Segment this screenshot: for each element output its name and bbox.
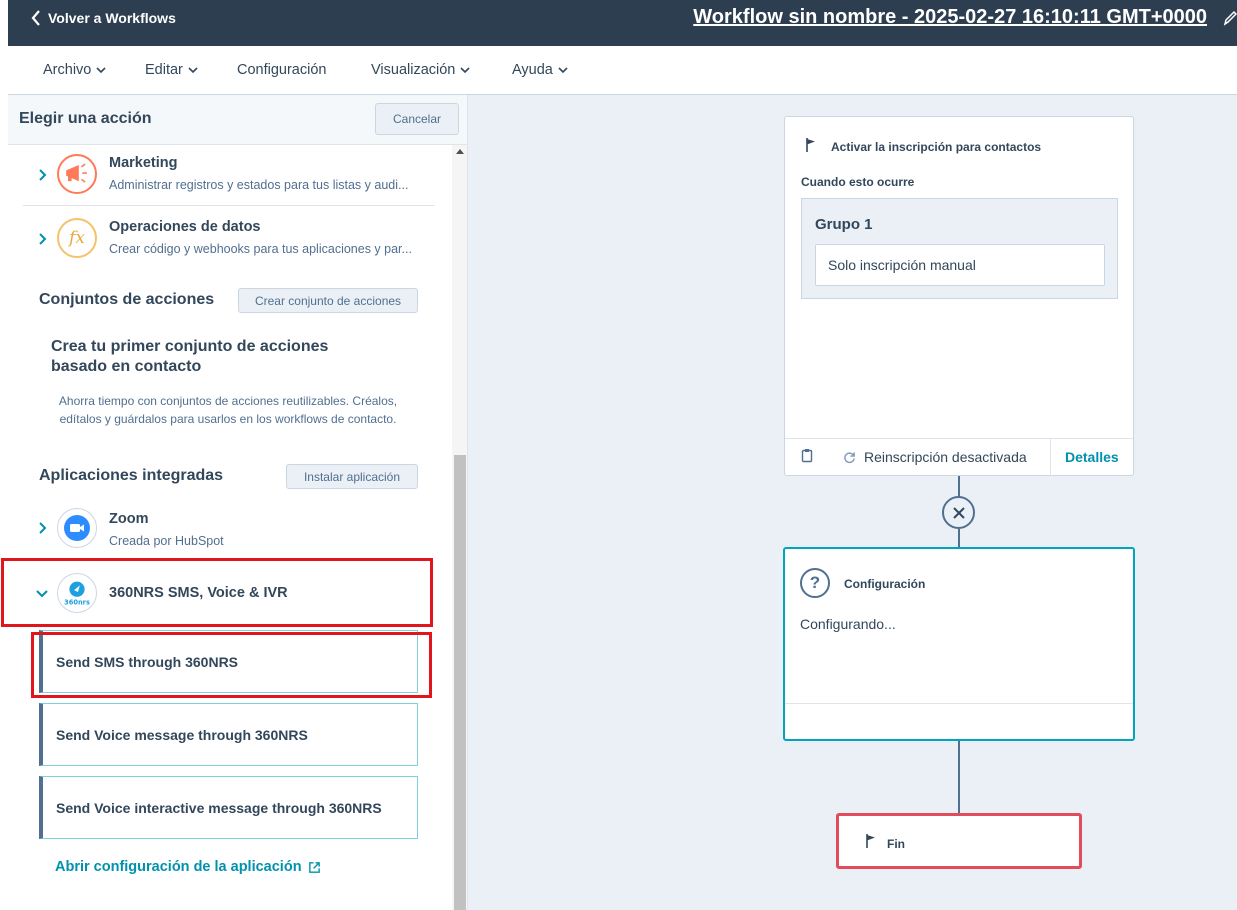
connector-line [958,741,960,813]
menu-ayuda[interactable]: Ayuda [512,62,568,78]
flag-icon [806,138,815,152]
action-send-voice[interactable]: Send Voice message through 360NRS [39,703,418,766]
action-sets-empty-description: Ahorra tiempo con conjuntos de acciones … [58,394,398,426]
video-camera-icon [57,508,97,548]
menu-visualizacion-label: Visualización [371,62,456,78]
trigger-subheading: Cuando esto ocurre [801,175,915,189]
close-circle-button[interactable] [942,496,975,529]
chevron-right-icon [39,522,47,534]
app-zoom[interactable]: Zoom Creada por HubSpot [23,501,435,557]
chevron-down-icon [460,67,470,74]
details-link[interactable]: Detalles [1065,449,1119,465]
app-name: Zoom [109,511,149,527]
refresh-icon [844,451,855,463]
workflow-title[interactable]: Workflow sin nombre - 2025-02-27 16:10:1… [693,6,1207,29]
function-icon: fx [57,218,97,258]
clipboard-icon[interactable] [801,448,813,463]
menu-bar: Archivo Editar Configuración Visualizaci… [8,46,1237,95]
integrated-apps-title: Aplicaciones integradas [39,467,224,484]
group-condition[interactable]: Solo inscripción manual [815,244,1105,286]
highlight-360nrs-app [1,558,433,627]
panel-scrollbar[interactable] [452,145,467,910]
chevron-left-icon [31,10,40,26]
action-send-voice-interactive[interactable]: Send Voice interactive message through 3… [39,776,418,839]
group-title: Grupo 1 [815,216,873,233]
category-name: Operaciones de datos [109,219,261,235]
category-name: Marketing [109,155,178,171]
connector-line [958,529,960,547]
create-action-set-button[interactable]: Crear conjunto de acciones [238,288,418,313]
menu-archivo[interactable]: Archivo [43,62,106,78]
end-label: Fin [887,837,905,851]
menu-configuracion-label: Configuración [237,62,327,78]
category-description: Administrar registros y estados para tus… [109,178,409,192]
reenrollment-label: Reinscripción desactivada [864,449,1027,465]
menu-visualizacion[interactable]: Visualización [371,62,470,78]
menu-editar[interactable]: Editar [145,62,198,78]
chevron-right-icon [39,233,47,245]
config-status: Configurando... [800,616,896,632]
trigger-card[interactable]: Activar la inscripción para contactos Cu… [784,116,1134,476]
highlight-send-sms [31,632,432,698]
chevron-down-icon [188,67,198,74]
category-description: Crear código y webhooks para tus aplicac… [109,242,412,256]
back-link-label: Volver a Workflows [48,10,176,26]
config-title: Configuración [844,577,926,591]
menu-editar-label: Editar [145,62,183,78]
category-marketing[interactable]: Marketing Administrar registros y estado… [23,148,435,206]
scroll-thumb[interactable] [454,455,466,910]
app-subtitle: Creada por HubSpot [109,534,224,548]
chevron-down-icon [96,67,106,74]
menu-archivo-label: Archivo [43,62,92,78]
action-sets-title: Conjuntos de acciones [39,291,215,308]
back-to-workflows-link[interactable]: Volver a Workflows [30,0,176,36]
flag-icon [866,834,875,848]
scroll-up-arrow-icon[interactable] [456,149,464,154]
config-footer-divider [785,703,1133,704]
panel-title: Elegir una acción [19,110,152,127]
pencil-icon[interactable] [1223,10,1237,26]
config-action-card[interactable]: ? Configuración Configurando... [783,547,1135,741]
workflow-canvas: Activar la inscripción para contactos Cu… [468,95,1237,910]
category-data-operations[interactable]: fx Operaciones de datos Crear código y w… [23,212,435,270]
trigger-footer: Reinscripción desactivada Detalles [785,438,1133,476]
cancel-button[interactable]: Cancelar [375,103,459,135]
external-link-icon [308,861,320,873]
action-sets-empty-title: Crea tu primer conjunto de acciones basa… [51,338,329,375]
menu-configuracion[interactable]: Configuración [237,62,326,78]
reenrollment-status[interactable]: Reinscripción desactivada [843,449,1027,465]
app-settings-link[interactable]: Abrir configuración de la aplicación [55,859,321,875]
top-bar: Volver a Workflows Workflow sin nombre -… [8,0,1237,46]
megaphone-icon [57,154,97,194]
menu-ayuda-label: Ayuda [512,62,553,78]
panel-header: Elegir una acción Cancelar [8,95,467,145]
install-app-button[interactable]: Instalar aplicación [286,464,418,489]
chevron-down-icon [558,67,568,74]
app-settings-link-label: Abrir configuración de la aplicación [55,859,302,875]
chevron-right-icon [39,169,47,181]
footer-divider [1050,439,1051,476]
question-mark-icon: ? [800,568,830,598]
connector-line [958,476,960,498]
trigger-heading: Activar la inscripción para contactos [831,140,1042,154]
end-node[interactable]: Fin [836,813,1082,869]
action-panel: Elegir una acción Cancelar Marketing Adm… [8,95,468,910]
trigger-group[interactable]: Grupo 1 Solo inscripción manual [801,198,1118,299]
close-icon [952,506,965,519]
